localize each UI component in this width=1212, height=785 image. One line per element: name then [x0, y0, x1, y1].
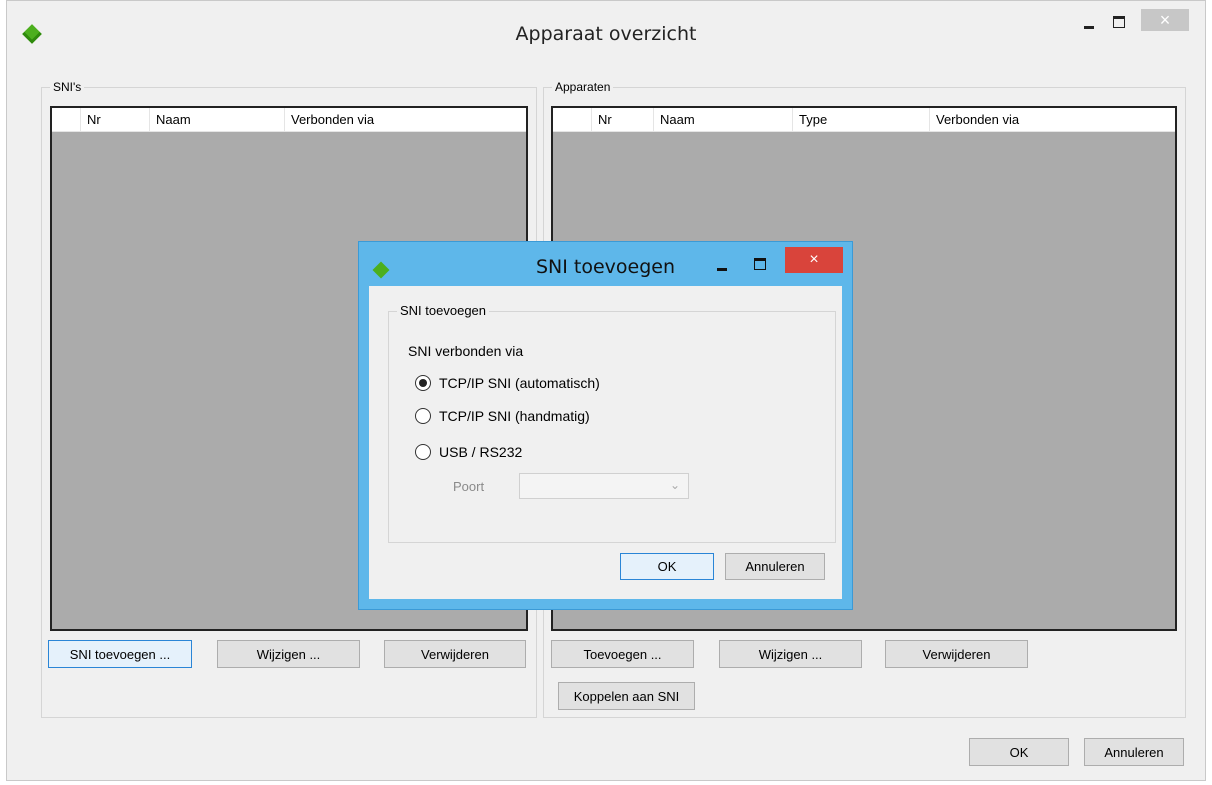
radio-unselected-icon[interactable]: [415, 408, 431, 424]
sni-col-naam[interactable]: Naam: [149, 108, 284, 132]
devices-col-select: [553, 108, 591, 132]
sni-col-verbonden[interactable]: Verbonden via: [284, 108, 528, 132]
dialog-minimize-button[interactable]: [710, 254, 734, 274]
radio-usb-rs232[interactable]: USB / RS232: [415, 444, 522, 460]
sni-col-nr[interactable]: Nr: [80, 108, 149, 132]
radio-selected-icon[interactable]: [415, 375, 431, 391]
sni-edit-button[interactable]: Wijzigen ...: [217, 640, 360, 668]
link-to-sni-button[interactable]: Koppelen aan SNI: [558, 682, 695, 710]
radio-usb-rs232-label: USB / RS232: [439, 444, 523, 460]
cancel-button[interactable]: Annuleren: [1084, 738, 1184, 766]
chevron-down-icon: ⌄: [669, 478, 680, 492]
port-select[interactable]: ⌄: [519, 473, 689, 499]
dialog-close-button[interactable]: ×: [785, 247, 843, 273]
sni-remove-button[interactable]: Verwijderen: [384, 640, 526, 668]
radio-unselected-icon[interactable]: [415, 444, 431, 460]
connection-prompt: SNI verbonden via: [408, 343, 524, 359]
close-button[interactable]: ×: [1141, 9, 1189, 31]
devices-col-verbonden[interactable]: Verbonden via: [929, 108, 1175, 132]
sni-list-header: Nr Naam Verbonden via: [52, 108, 526, 132]
dialog-body: SNI toevoegen SNI verbonden via TCP/IP S…: [369, 286, 842, 599]
devices-col-nr[interactable]: Nr: [591, 108, 653, 132]
sni-group-label: SNI's: [50, 79, 85, 95]
dialog-maximize-button[interactable]: [748, 254, 772, 274]
dialog-title: SNI toevoegen: [535, 256, 676, 278]
dialog-group-label: SNI toevoegen: [397, 303, 490, 319]
devices-list-header: Nr Naam Type Verbonden via: [553, 108, 1175, 132]
radio-tcpip-auto[interactable]: TCP/IP SNI (automatisch): [415, 375, 600, 391]
ok-button[interactable]: OK: [969, 738, 1069, 766]
devices-add-button[interactable]: Toevoegen ...: [551, 640, 694, 668]
maximize-button[interactable]: [1104, 11, 1134, 33]
dialog-cancel-button[interactable]: Annuleren: [725, 553, 825, 580]
radio-tcpip-manual-label: TCP/IP SNI (handmatig): [439, 408, 590, 424]
window-title: Apparaat overzicht: [515, 23, 697, 45]
port-label: Poort: [453, 479, 485, 494]
radio-tcpip-auto-label: TCP/IP SNI (automatisch): [439, 375, 600, 391]
title-bar[interactable]: Apparaat overzicht ×: [7, 1, 1205, 55]
devices-col-type[interactable]: Type: [792, 108, 929, 132]
devices-col-naam[interactable]: Naam: [653, 108, 792, 132]
dialog-ok-button[interactable]: OK: [620, 553, 714, 580]
devices-group-label: Apparaten: [552, 79, 614, 95]
devices-edit-button[interactable]: Wijzigen ...: [719, 640, 862, 668]
sni-col-select: [52, 108, 80, 132]
add-sni-dialog: SNI toevoegen × SNI toevoegen SNI verbon…: [358, 241, 853, 610]
radio-tcpip-manual[interactable]: TCP/IP SNI (handmatig): [415, 408, 590, 424]
minimize-button[interactable]: [1074, 11, 1104, 33]
sni-add-button[interactable]: SNI toevoegen ...: [48, 640, 192, 668]
devices-remove-button[interactable]: Verwijderen: [885, 640, 1028, 668]
